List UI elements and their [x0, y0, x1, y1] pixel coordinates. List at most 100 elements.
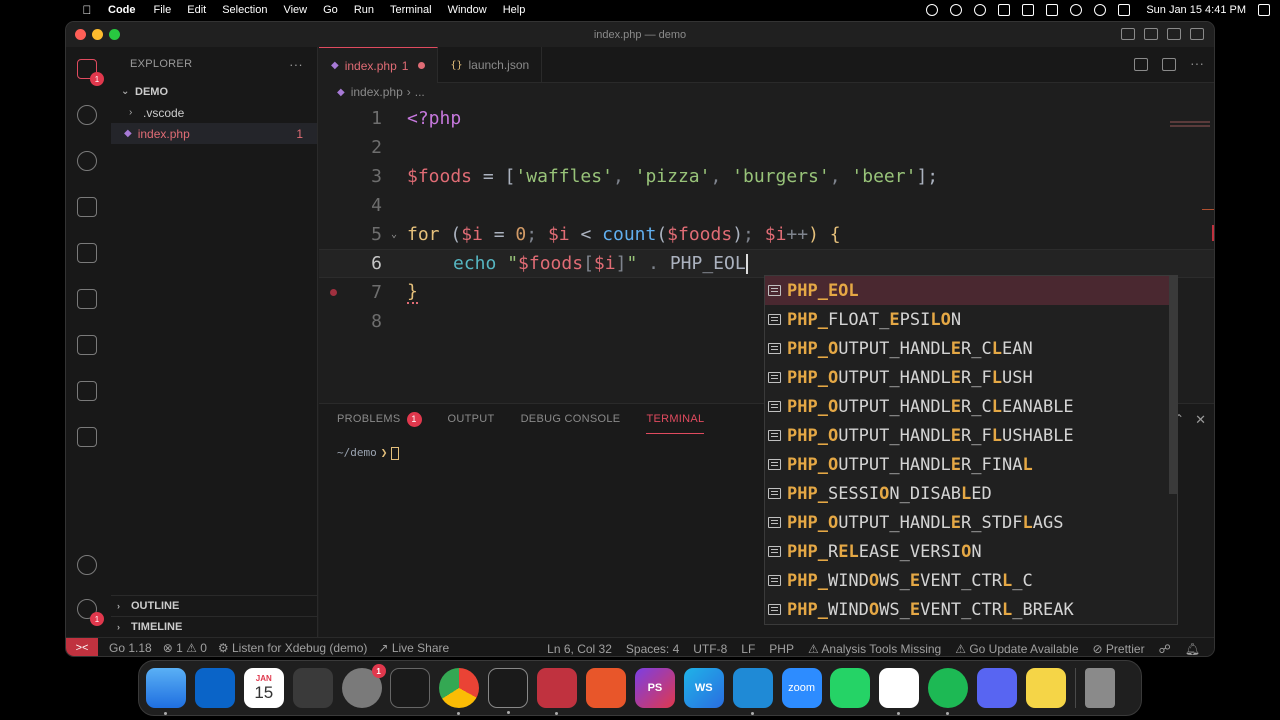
menu-edit[interactable]: Edit — [187, 4, 206, 16]
dock-webstorm-icon[interactable]: WS — [683, 668, 724, 708]
encoding[interactable]: UTF-8 — [693, 642, 727, 656]
breadcrumb-file[interactable]: index.php — [351, 85, 403, 99]
tab-terminal[interactable]: TERMINAL — [646, 404, 705, 434]
control-center-icon[interactable] — [1118, 3, 1131, 16]
battery-icon[interactable] — [1046, 3, 1059, 16]
dock-database-icon[interactable] — [537, 668, 578, 715]
suggest-scrollbar[interactable] — [1169, 276, 1177, 494]
display-icon[interactable] — [1258, 3, 1270, 16]
dock-vscode-icon[interactable] — [732, 668, 773, 715]
cursor-position[interactable]: Ln 6, Col 32 — [547, 642, 612, 656]
suggestion-item[interactable]: PHP_ O UTPUT_HANDL E R_FINA L — [765, 450, 1177, 479]
activity-manage[interactable]: 1 — [77, 599, 104, 626]
window-minimize-button[interactable] — [92, 29, 103, 40]
breadcrumb-rest[interactable]: ... — [415, 85, 425, 99]
spotlight-search-icon[interactable] — [1094, 3, 1107, 16]
fold-chevron-icon[interactable]: ⌄ — [391, 229, 397, 240]
wifi-icon[interactable] — [1070, 3, 1083, 16]
dock-calendar-icon[interactable]: JAN 15 — [243, 668, 284, 708]
debug-config[interactable]: ⚙ Listen for Xdebug (demo) — [218, 641, 368, 655]
suggestion-item[interactable]: PHP_ WIND O WS_ E VENT_CTR L _BREAK — [765, 595, 1177, 624]
activity-remote-explorer[interactable] — [77, 243, 99, 265]
minimap[interactable] — [1170, 121, 1210, 127]
menu-app-name[interactable]: Code — [108, 4, 136, 16]
dock-system-settings-icon[interactable]: 1 — [341, 664, 386, 708]
tree-file-index-php[interactable]: ◆ index.php 1 — [111, 123, 317, 144]
dock-activity-monitor-icon[interactable] — [390, 668, 431, 708]
dock-finder-icon[interactable] — [146, 668, 186, 715]
tree-folder-vscode[interactable]: › .vscode — [111, 102, 317, 123]
split-editor-icon[interactable] — [1162, 58, 1176, 71]
toggle-sidebar-icon[interactable] — [1121, 28, 1135, 40]
apple-menu-icon[interactable]:  — [80, 3, 94, 17]
tab-problems[interactable]: PROBLEMS 1 — [337, 404, 422, 434]
toggle-panel-icon[interactable] — [1144, 28, 1158, 40]
menu-run[interactable]: Run — [354, 4, 374, 16]
live-share[interactable]: ↗ Live Share — [378, 641, 449, 655]
menu-terminal[interactable]: Terminal — [390, 4, 432, 16]
window-close-button[interactable] — [75, 29, 86, 40]
suggestion-item[interactable]: PHP_EOL — [765, 276, 1177, 305]
dock-terminal-icon[interactable] — [488, 668, 529, 714]
language-mode[interactable]: PHP — [769, 642, 794, 656]
window-zoom-button[interactable] — [109, 29, 120, 40]
dock-outlook-icon[interactable] — [194, 668, 235, 708]
focus-icon[interactable] — [950, 3, 963, 16]
activity-extensions[interactable] — [77, 289, 99, 311]
dock-notes-icon[interactable] — [1026, 668, 1067, 708]
workspace-root[interactable]: ⌄ DEMO — [111, 81, 317, 102]
menu-go[interactable]: Go — [323, 4, 338, 16]
go-version[interactable]: Go 1.18 — [109, 641, 152, 655]
activity-explorer[interactable]: 1 — [77, 59, 104, 86]
dock-trash-icon[interactable] — [1084, 668, 1115, 708]
suggestion-item[interactable]: PHP_ R E L EASE_VERSI O N — [765, 537, 1177, 566]
dock-keychain-icon[interactable] — [292, 668, 333, 708]
suggestion-item[interactable]: PHP_ O UTPUT_HANDL E R_C L EAN — [765, 334, 1177, 363]
suggestion-item[interactable]: PHP_ WIND O WS_ E VENT_CTR L _C — [765, 566, 1177, 595]
section-timeline[interactable]: › TIMELINE — [111, 616, 318, 637]
go-update[interactable]: ⚠ Go Update Available — [955, 642, 1078, 656]
tab-index-php[interactable]: ◆ index.php 1 — [319, 47, 439, 83]
notifications-bell-icon[interactable]: 🔔︎ — [1185, 642, 1200, 656]
unsaved-dot-icon[interactable] — [418, 62, 426, 69]
analysis-tools[interactable]: ⚠ Analysis Tools Missing — [808, 642, 941, 656]
dock-spotify-icon[interactable] — [928, 668, 969, 715]
tab-launch-json[interactable]: {} launch.json — [438, 47, 543, 83]
feedback-icon[interactable]: ☍ — [1159, 642, 1171, 656]
dock-pen-icon[interactable] — [586, 668, 627, 708]
activity-docker[interactable] — [77, 381, 99, 403]
remote-indicator-icon[interactable]: >< — [66, 637, 98, 656]
activity-live-share[interactable] — [77, 427, 99, 449]
more-actions-icon[interactable]: ··· — [1190, 56, 1204, 71]
bluetooth-icon[interactable] — [1022, 3, 1035, 16]
close-panel-icon[interactable]: ✕ — [1195, 412, 1206, 428]
prettier[interactable]: ⊘ Prettier — [1093, 642, 1145, 656]
dock-discord-icon[interactable] — [977, 668, 1018, 708]
toggle-secondary-sidebar-icon[interactable] — [1167, 28, 1181, 40]
activity-run-debug[interactable] — [77, 197, 99, 219]
suggestion-item[interactable]: PHP_ FLOAT_ E PSI L O N — [765, 305, 1177, 334]
dock-phpstorm-icon[interactable]: PS — [634, 668, 675, 708]
menubar-clock[interactable]: Sun Jan 15 4:41 PM — [1146, 4, 1246, 16]
customize-layout-icon[interactable] — [1190, 28, 1204, 40]
menu-window[interactable]: Window — [448, 4, 487, 16]
activity-source-control[interactable] — [77, 151, 99, 173]
section-outline[interactable]: › OUTLINE — [111, 595, 318, 616]
activity-testing[interactable] — [77, 335, 99, 357]
suggestion-item[interactable]: PHP_ O UTPUT_HANDL E R_F L USH — [765, 363, 1177, 392]
activity-search[interactable] — [77, 105, 99, 127]
end-of-line[interactable]: LF — [741, 642, 755, 656]
indentation[interactable]: Spaces: 4 — [626, 642, 679, 656]
sidebar-more-button[interactable]: ··· — [289, 57, 303, 72]
problems-summary[interactable]: ⊗ 1 ⚠ 0 — [163, 641, 207, 655]
tab-debug-console[interactable]: DEBUG CONSOLE — [521, 404, 621, 434]
volume-icon[interactable] — [998, 3, 1011, 16]
run-debug-icon[interactable] — [1134, 58, 1148, 71]
menu-view[interactable]: View — [283, 4, 307, 16]
suggestion-item[interactable]: PHP_ SESSI O N_DISAB L ED — [765, 479, 1177, 508]
suggestion-item[interactable]: PHP_ O UTPUT_HANDL E R_STDF L AGS — [765, 508, 1177, 537]
suggestion-item[interactable]: PHP_ O UTPUT_HANDL E R_F L USHABLE — [765, 421, 1177, 450]
menu-selection[interactable]: Selection — [222, 4, 267, 16]
menu-help[interactable]: Help — [503, 4, 526, 16]
record-icon[interactable] — [926, 3, 939, 16]
